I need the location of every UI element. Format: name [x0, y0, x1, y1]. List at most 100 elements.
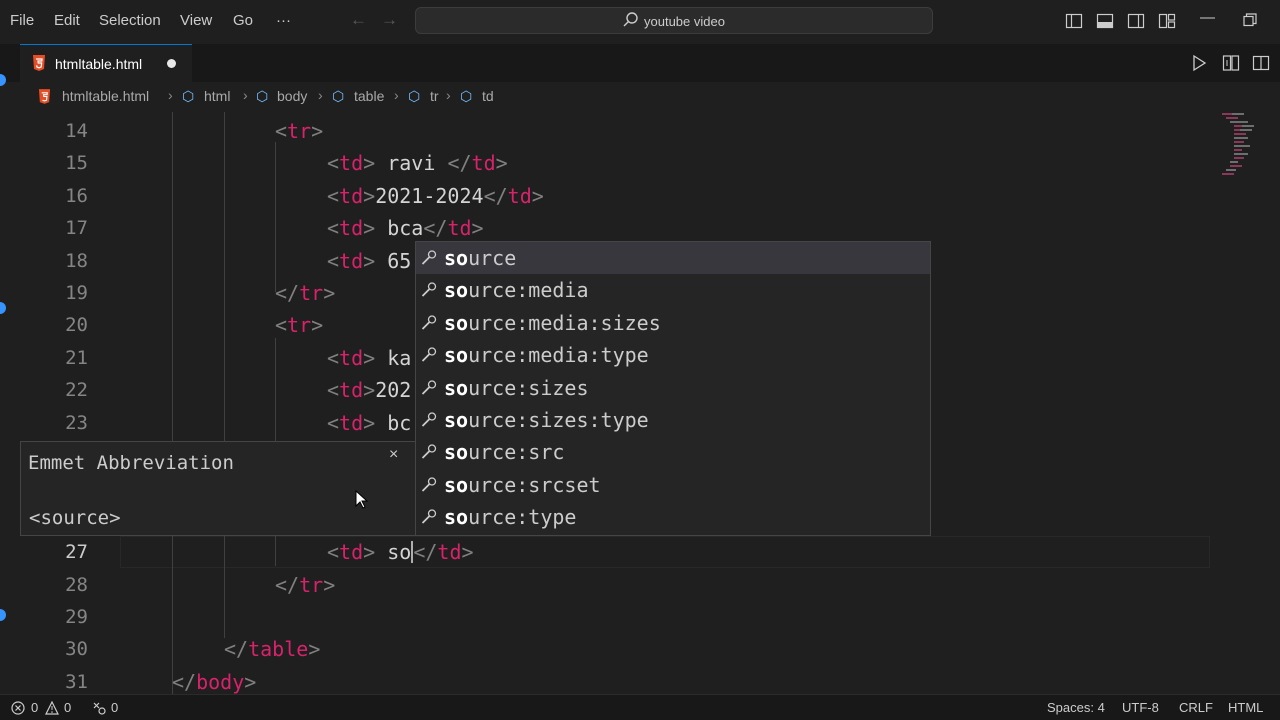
breadcrumb-table[interactable]: table — [354, 88, 384, 104]
tag-bracket: > — [244, 669, 257, 694]
suggestion-item[interactable]: source:src — [416, 436, 930, 468]
text-token: 65 — [375, 248, 412, 273]
indentation-status[interactable]: Spaces: 4 — [1047, 700, 1105, 715]
suggestion-match: so — [444, 246, 469, 270]
tag-name: td — [447, 216, 472, 241]
text-token: bca — [375, 216, 424, 241]
menu-view[interactable]: View — [180, 12, 212, 29]
tag-name: td — [471, 151, 496, 176]
line-number: 23 — [65, 411, 88, 434]
suggestion-rest: urce — [468, 246, 517, 270]
suggestion-match: so — [444, 408, 469, 432]
suggestion-match: so — [444, 472, 469, 497]
code-text: <tr> — [275, 119, 323, 143]
code-line[interactable]: 29 — [0, 602, 1210, 634]
tag-bracket: > — [495, 151, 508, 176]
details-body: <source> — [29, 507, 121, 529]
status-bar: 0 0 0 Spaces: 4 UTF-8 CRLF HTML — [0, 694, 1280, 720]
tag-bracket: > — [323, 281, 336, 305]
code-line[interactable]: 15 <td> ravi </td> — [0, 148, 1210, 180]
wrench-icon — [421, 379, 437, 395]
menu-file[interactable]: File — [10, 12, 34, 29]
suggestion-item[interactable]: source:srcset — [416, 469, 930, 501]
run-icon[interactable] — [1190, 54, 1208, 72]
breadcrumb-file[interactable]: htmltable.html — [62, 88, 149, 104]
warning-count[interactable]: 0 — [64, 700, 71, 715]
ports-icon[interactable] — [91, 700, 107, 716]
tag-bracket: > — [363, 378, 376, 403]
code-line[interactable]: 27 <td> so </td> — [0, 537, 1210, 569]
tag-bracket: < — [327, 410, 340, 435]
forward-arrow-icon[interactable]: → — [381, 10, 398, 30]
menu-selection[interactable]: Selection — [99, 12, 161, 29]
code-line[interactable]: 31 </body> — [0, 667, 1210, 694]
back-arrow-icon[interactable]: ← — [350, 10, 367, 30]
suggestion-item[interactable]: source:media:sizes — [416, 307, 930, 339]
minimap[interactable] — [1218, 112, 1266, 182]
suggestion-rest: urce:sizes:type — [468, 408, 649, 432]
chevron-right-icon: › — [318, 87, 323, 103]
menu-go[interactable]: Go — [233, 12, 253, 29]
breadcrumb-td[interactable]: td — [482, 88, 494, 104]
tag-name: td — [339, 183, 364, 208]
restore-icon[interactable] — [1243, 13, 1257, 27]
tag-bracket: > — [363, 151, 376, 176]
tag-bracket: > — [363, 248, 376, 273]
breadcrumb-body[interactable]: body — [277, 88, 307, 104]
split-editor-icon[interactable] — [1252, 54, 1270, 72]
tab-htmltable[interactable]: htmltable.html — [20, 44, 192, 82]
close-icon[interactable]: × — [389, 446, 398, 464]
toggle-panel-icon[interactable] — [1096, 12, 1114, 30]
code-text: <td> ravi </td> — [327, 151, 508, 175]
wrench-icon — [421, 412, 437, 427]
suggestion-rest: urce:media:type — [468, 343, 649, 368]
tag-bracket: < — [275, 119, 288, 143]
suggestion-item[interactable]: source — [416, 242, 930, 274]
code-line[interactable]: 14 <tr> — [0, 116, 1210, 148]
code-line[interactable]: 30 </table> — [0, 634, 1210, 666]
tag-bracket: </ — [275, 572, 300, 597]
code-text: </body> — [172, 670, 256, 694]
line-number: 31 — [65, 670, 88, 693]
tag-bracket: > — [308, 637, 321, 662]
suggestion-item[interactable]: source:sizes:type — [416, 404, 930, 436]
breadcrumb-html[interactable]: html — [204, 88, 230, 104]
suggestion-list[interactable]: source source:media source:media:sizes sour… — [415, 241, 931, 536]
suggestion-rest: urce:media — [468, 278, 589, 303]
suggestion-label: source:sizes — [444, 376, 589, 400]
code-text: <td> so </td> — [327, 540, 474, 564]
error-count[interactable]: 0 — [31, 700, 38, 715]
wrench-icon — [421, 509, 437, 524]
suggestion-label: source:media:sizes — [444, 311, 661, 335]
command-center-search[interactable]: youtube video — [415, 7, 933, 34]
open-changes-icon[interactable] — [1222, 54, 1240, 72]
encoding-status[interactable]: UTF-8 — [1122, 700, 1159, 715]
eol-status[interactable]: CRLF — [1179, 700, 1213, 715]
customize-layout-icon[interactable] — [1158, 12, 1176, 30]
tab-bar: htmltable.html — [0, 44, 1280, 82]
unsaved-dot-icon[interactable] — [167, 59, 176, 68]
warning-icon[interactable] — [45, 701, 59, 715]
error-icon[interactable] — [11, 701, 25, 715]
suggestion-item[interactable]: source:type — [416, 501, 930, 533]
line-number: 20 — [65, 314, 88, 337]
toggle-primary-sidebar-icon[interactable] — [1065, 12, 1083, 30]
menu-edit[interactable]: Edit — [54, 12, 80, 29]
language-mode-status[interactable]: HTML — [1228, 700, 1263, 715]
breadcrumb-tr[interactable]: tr — [430, 88, 439, 104]
details-title: Emmet Abbreviation — [28, 452, 234, 474]
suggestion-label: source:src — [444, 440, 564, 464]
code-line[interactable]: 28 </tr> — [0, 570, 1210, 602]
toggle-secondary-sidebar-icon[interactable] — [1127, 12, 1145, 30]
search-icon — [623, 12, 638, 27]
line-number: 18 — [65, 249, 88, 272]
minimize-icon[interactable]: — — [1200, 9, 1215, 26]
menu-more[interactable]: ··· — [276, 12, 291, 29]
suggestion-item[interactable]: source:media — [416, 274, 930, 306]
suggestion-item[interactable]: source:media:type — [416, 339, 930, 371]
tag-name: tr — [287, 313, 312, 338]
line-number: 19 — [65, 282, 88, 304]
code-line[interactable]: 16 <td>2021-2024</td> — [0, 181, 1210, 213]
suggestion-item[interactable]: source:sizes — [416, 372, 930, 404]
ports-count[interactable]: 0 — [111, 700, 118, 715]
